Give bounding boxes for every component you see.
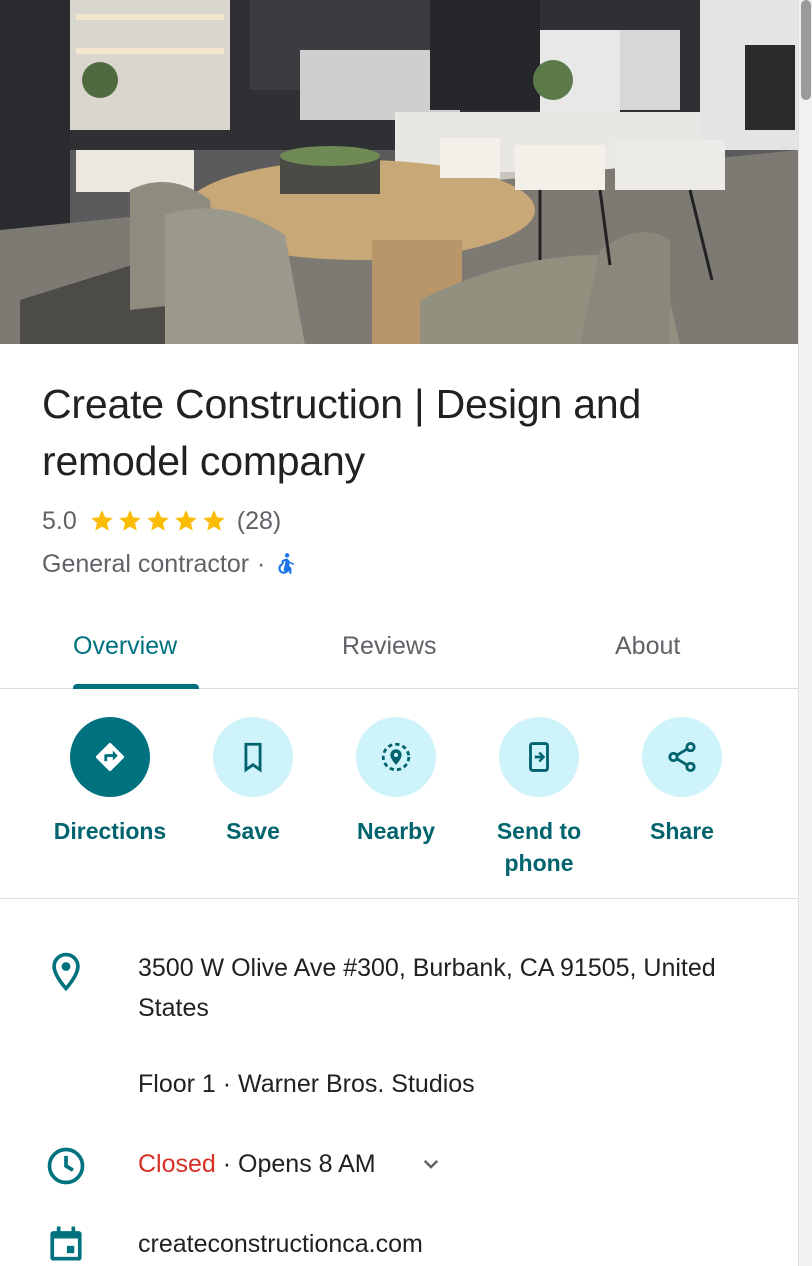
directions-button[interactable]: Directions (35, 717, 185, 847)
tab-about[interactable]: About (615, 626, 680, 666)
nearby-icon (381, 742, 411, 772)
share-button[interactable]: Share (607, 717, 757, 847)
send-to-phone-circle (499, 717, 579, 797)
send-to-phone-label: Send to phone (496, 818, 582, 876)
save-label: Save (226, 818, 280, 844)
star-icon (174, 510, 197, 531)
nearby-label: Nearby (357, 818, 435, 844)
place-title: Create Construction | Design and remodel… (42, 381, 642, 484)
send-to-phone-icon (529, 742, 549, 772)
floor-text: Floor 1 · Warner Bros. Studios (138, 1070, 475, 1098)
nearby-button[interactable]: Nearby (321, 717, 471, 847)
website-link[interactable]: createconstructionca.com (138, 1224, 423, 1264)
share-label: Share (650, 818, 714, 844)
bookmark-icon (244, 742, 262, 773)
directions-label: Directions (53, 818, 167, 844)
hours-status: Closed (138, 1150, 216, 1178)
save-circle (213, 717, 293, 797)
share-circle (642, 717, 722, 797)
category-label[interactable]: General contractor (42, 550, 249, 579)
hours-row[interactable]: Closed · Opens 8 AM (138, 1144, 446, 1184)
chevron-down-icon[interactable] (416, 1149, 446, 1179)
wheelchair-accessible-icon[interactable] (273, 551, 299, 577)
separator: · (257, 549, 266, 578)
place-tabs: Overview Reviews About (0, 606, 798, 689)
hours-detail: · Opens 8 AM (215, 1150, 376, 1178)
place-photo[interactable] (0, 0, 798, 344)
send-to-phone-button[interactable]: Send to phone (464, 717, 614, 879)
star-icon (202, 510, 225, 531)
address-text[interactable]: 3500 W Olive Ave #300, Burbank, CA 91505… (138, 948, 758, 1028)
nearby-circle (356, 717, 436, 797)
tab-reviews[interactable]: Reviews (342, 626, 436, 666)
directions-circle (70, 717, 150, 797)
category-row: General contractor · (42, 548, 299, 580)
location-pin-icon (52, 952, 80, 992)
scrollbar-thumb[interactable] (801, 0, 811, 100)
rating-row: 5.0 (28) (42, 506, 281, 536)
save-button[interactable]: Save (178, 717, 328, 847)
share-icon (668, 741, 696, 773)
clock-icon (47, 1147, 85, 1185)
star-icon (146, 510, 169, 531)
tab-overview[interactable]: Overview (73, 626, 177, 666)
directions-icon (95, 742, 125, 772)
scrollbar[interactable] (798, 0, 812, 1266)
calendar-icon (50, 1226, 82, 1261)
rating-value: 5.0 (42, 506, 77, 535)
star-icon (118, 510, 141, 531)
action-buttons: Directions Save Nearby Send to phone Sha… (0, 689, 798, 899)
star-icon (90, 510, 113, 531)
star-rating (89, 508, 227, 534)
review-count-link[interactable]: (28) (237, 507, 281, 536)
